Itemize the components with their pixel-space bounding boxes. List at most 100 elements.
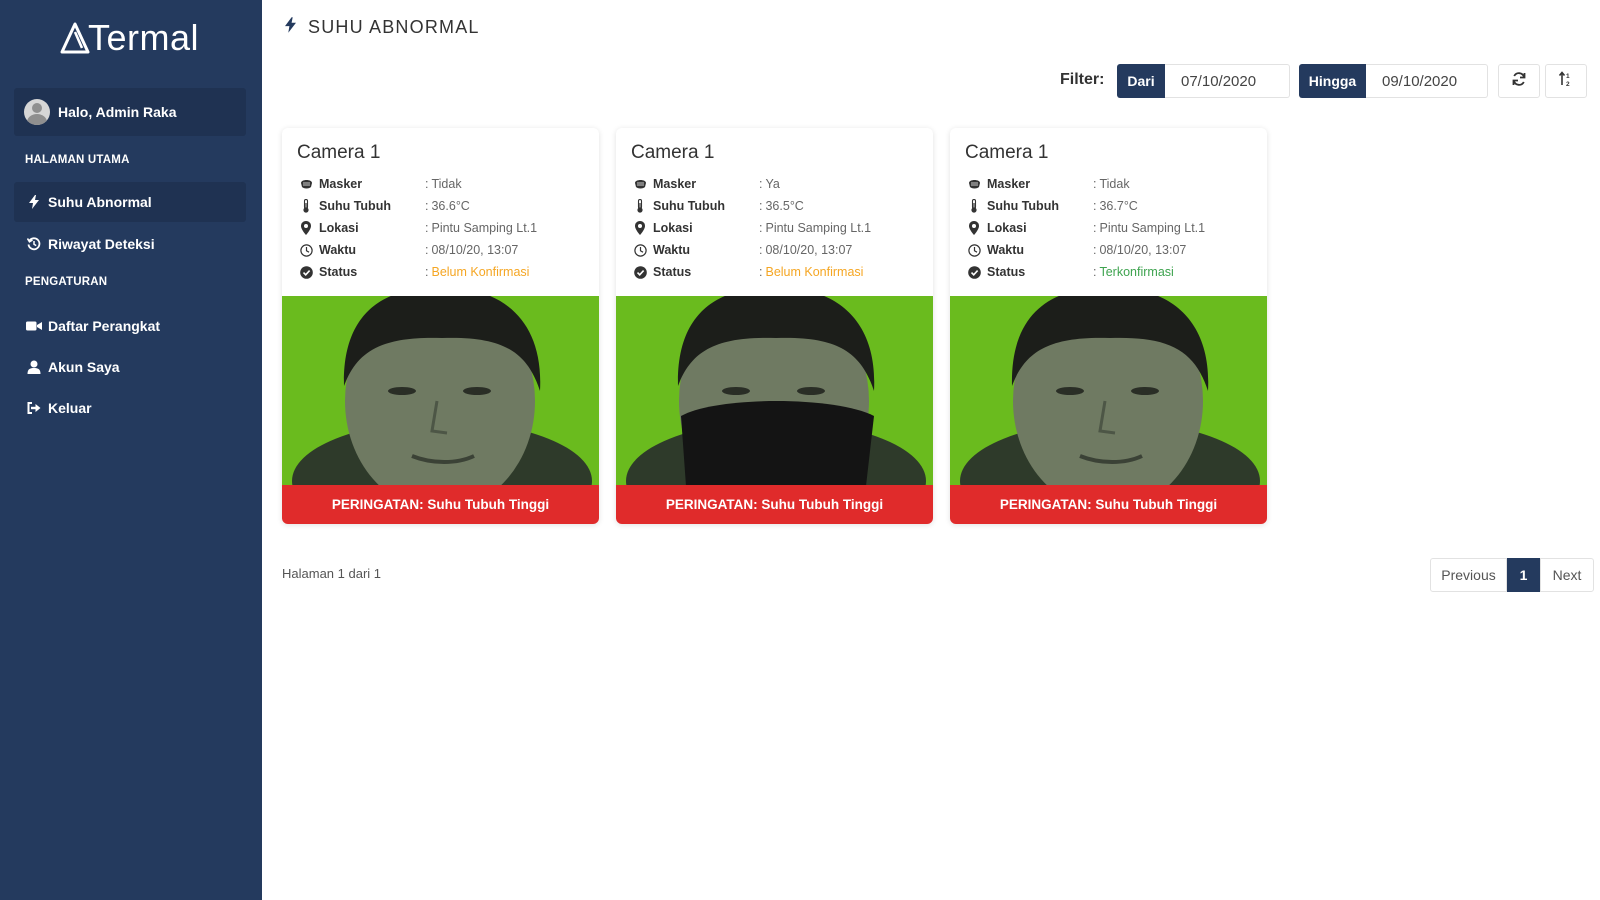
- sidebar-item-label: Keluar: [48, 400, 92, 416]
- next-button[interactable]: Next: [1540, 558, 1594, 592]
- info-separator: :: [759, 177, 763, 191]
- warning-banner: PERINGATAN: Suhu Tubuh Tinggi: [616, 485, 933, 524]
- info-row-lokasi: Lokasi: Pintu Samping Lt.1: [967, 217, 1257, 239]
- info-row-lokasi: Lokasi: Pintu Samping Lt.1: [299, 217, 589, 239]
- video-camera-icon: [26, 318, 42, 334]
- sidebar-item-label: Suhu Abnormal: [48, 194, 152, 210]
- sort-button[interactable]: 12: [1545, 64, 1587, 98]
- info-value: 36.6°C: [431, 199, 470, 213]
- check-circle-icon: [299, 265, 313, 279]
- app-logo[interactable]: Termal: [60, 18, 199, 58]
- thermometer-icon: [633, 199, 647, 213]
- info-label: Suhu Tubuh: [987, 199, 1059, 213]
- detection-card[interactable]: Camera 1 Masker: Ya Suhu Tubuh:36.5°C Lokas…: [616, 128, 933, 524]
- info-separator: :: [425, 265, 429, 279]
- info-separator: :: [759, 221, 763, 235]
- warning-banner: PERINGATAN: Suhu Tubuh Tinggi: [282, 485, 599, 524]
- map-marker-icon: [633, 221, 647, 235]
- camera-title: Camera 1: [297, 142, 381, 163]
- info-value: Tidak: [431, 177, 462, 191]
- from-date-input[interactable]: 07/10/2020: [1165, 64, 1290, 98]
- info-value: Belum Konfirmasi: [431, 265, 530, 279]
- info-row-status: Status: Belum Konfirmasi: [299, 261, 589, 283]
- refresh-button[interactable]: [1498, 64, 1540, 98]
- svg-text:2: 2: [1566, 81, 1570, 87]
- detection-card[interactable]: Camera 1 Masker: Tidak Suhu Tubuh:36.7°C Lo…: [950, 128, 1267, 524]
- bolt-icon: [26, 194, 42, 210]
- info-row-suhu-tubuh: Suhu Tubuh:36.7°C: [967, 195, 1257, 217]
- sidebar-item-riwayat-deteksi[interactable]: Riwayat Deteksi: [14, 224, 246, 264]
- warning-banner: PERINGATAN: Suhu Tubuh Tinggi: [950, 485, 1267, 524]
- info-separator: :: [1093, 265, 1097, 279]
- logo-mark-icon: [60, 22, 90, 54]
- sidebar-item-keluar[interactable]: Keluar: [14, 388, 246, 428]
- filter-label: Filter:: [1060, 71, 1105, 88]
- camera-title: Camera 1: [631, 142, 715, 163]
- info-separator: :: [759, 199, 763, 213]
- face-photo: [616, 296, 933, 486]
- map-marker-icon: [299, 221, 313, 235]
- info-row-masker: Masker: Tidak: [967, 173, 1257, 195]
- camera-title: Camera 1: [965, 142, 1049, 163]
- info-row-masker: Masker: Ya: [633, 173, 923, 195]
- face-photo: [950, 296, 1267, 486]
- check-circle-icon: [633, 265, 647, 279]
- sidebar-item-daftar-perangkat[interactable]: Daftar Perangkat: [14, 306, 246, 346]
- info-separator: :: [759, 265, 763, 279]
- info-value: Tidak: [1099, 177, 1130, 191]
- info-label: Suhu Tubuh: [319, 199, 391, 213]
- user-icon: [26, 359, 42, 375]
- thermometer-icon: [299, 199, 313, 213]
- page-title: SUHU ABNORMAL: [285, 17, 480, 38]
- to-label: Hingga: [1299, 64, 1366, 98]
- history-icon: [26, 236, 42, 252]
- info-row-status: Status: Belum Konfirmasi: [633, 261, 923, 283]
- info-row-suhu-tubuh: Suhu Tubuh:36.5°C: [633, 195, 923, 217]
- info-row-lokasi: Lokasi: Pintu Samping Lt.1: [633, 217, 923, 239]
- sidebar: Termal Halo, Admin Raka HALAMAN UTAMA Su…: [0, 0, 262, 900]
- detection-card[interactable]: Camera 1 Masker: Tidak Suhu Tubuh:36.6°C Lo…: [282, 128, 599, 524]
- info-separator: :: [425, 177, 429, 191]
- info-separator: :: [1093, 199, 1097, 213]
- sidebar-item-akun-saya[interactable]: Akun Saya: [14, 347, 246, 387]
- info-separator: :: [425, 243, 429, 257]
- info-label: Status: [987, 265, 1026, 279]
- info-label: Masker: [653, 177, 697, 191]
- refresh-icon: [1511, 71, 1527, 92]
- info-separator: :: [1093, 177, 1097, 191]
- info-value: 08/10/20, 13:07: [765, 243, 853, 257]
- info-label: Waktu: [653, 243, 691, 257]
- sidebar-item-label: Daftar Perangkat: [48, 318, 161, 334]
- info-row-masker: Masker: Tidak: [299, 173, 589, 195]
- sidebar-item-suhu-abnormal[interactable]: Suhu Abnormal: [14, 182, 246, 222]
- to-date-input[interactable]: 09/10/2020: [1366, 64, 1488, 98]
- sign-out-icon: [26, 400, 42, 416]
- info-label: Waktu: [987, 243, 1025, 257]
- info-label: Waktu: [319, 243, 357, 257]
- info-value: 08/10/20, 13:07: [431, 243, 519, 257]
- info-row-suhu-tubuh: Suhu Tubuh:36.6°C: [299, 195, 589, 217]
- info-value: Ya: [765, 177, 780, 191]
- info-separator: :: [1093, 221, 1097, 235]
- user-greeting: Halo, Admin Raka: [58, 104, 177, 120]
- info-row-waktu: Waktu:08/10/20, 13:07: [967, 239, 1257, 261]
- previous-button[interactable]: Previous: [1430, 558, 1507, 592]
- info-value: 08/10/20, 13:07: [1099, 243, 1187, 257]
- page-1-button[interactable]: 1: [1507, 558, 1540, 592]
- info-value: 36.5°C: [765, 199, 804, 213]
- sidebar-item-label: Akun Saya: [48, 359, 120, 375]
- page-title-text: SUHU ABNORMAL: [308, 17, 480, 37]
- sort-icon: 12: [1558, 70, 1574, 92]
- avatar: [24, 99, 50, 125]
- info-row-waktu: Waktu:08/10/20, 13:07: [299, 239, 589, 261]
- info-value: Pintu Samping Lt.1: [1099, 221, 1206, 235]
- info-label: Status: [653, 265, 692, 279]
- check-circle-icon: [967, 265, 981, 279]
- thermometer-icon: [967, 199, 981, 213]
- clock-icon: [967, 243, 981, 257]
- user-box[interactable]: Halo, Admin Raka: [14, 88, 246, 136]
- info-label: Masker: [319, 177, 363, 191]
- bolt-icon: [285, 17, 296, 38]
- info-label: Lokasi: [653, 221, 693, 235]
- logo-text: Termal: [88, 17, 200, 58]
